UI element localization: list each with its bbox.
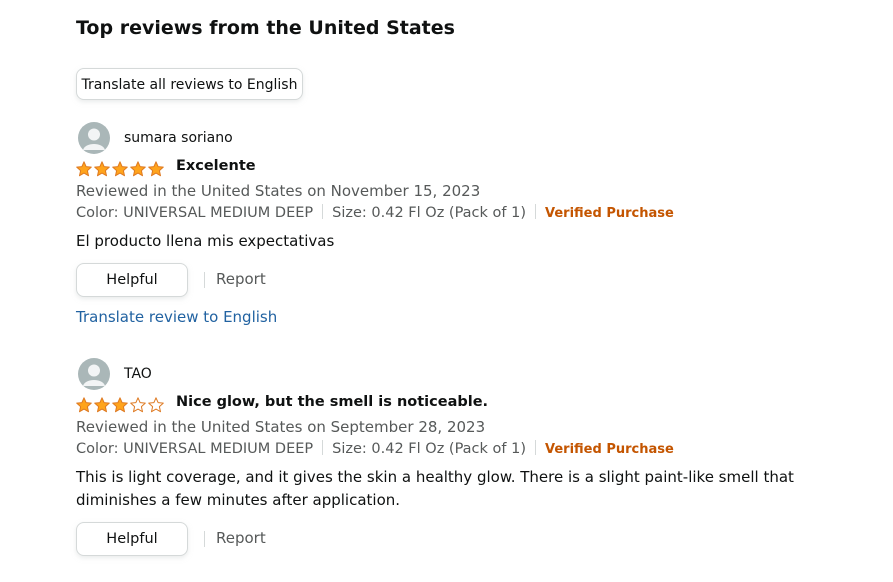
divider	[535, 440, 537, 455]
star-filled-icon	[94, 161, 110, 177]
avatar	[78, 358, 110, 390]
translate-review-link[interactable]: Translate review to English	[76, 308, 856, 326]
verified-purchase-badge[interactable]: Verified Purchase	[545, 206, 674, 221]
review-card: TAO Nice glow, but the smell is noticeab…	[76, 358, 856, 558]
avatar	[78, 122, 110, 154]
report-link[interactable]: Report	[216, 270, 266, 288]
variant-info: Color: UNIVERSAL MEDIUM DEEP Size: 0.42 F…	[76, 202, 856, 225]
star-filled-icon	[112, 397, 128, 413]
page-title: Top reviews from the United States	[76, 17, 455, 39]
review-body: El producto llena mis expectativas	[76, 232, 335, 250]
variant-size[interactable]: Size: 0.42 Fl Oz (Pack of 1)	[332, 205, 526, 221]
review-body: This is light coverage, and it gives the…	[76, 468, 794, 509]
reviewer-profile[interactable]: sumara soriano	[76, 122, 856, 156]
variant-color[interactable]: Color: UNIVERSAL MEDIUM DEEP	[76, 205, 313, 221]
review-actions: Helpful Report	[76, 522, 856, 558]
report-link[interactable]: Report	[216, 529, 266, 547]
star-filled-icon	[148, 161, 164, 177]
review-actions: Helpful Report	[76, 263, 856, 299]
helpful-button[interactable]: Helpful	[76, 263, 188, 297]
review-title[interactable]: Excelente	[176, 158, 256, 174]
reviewer-profile[interactable]: TAO	[76, 358, 856, 392]
divider	[322, 440, 324, 455]
translate-all-button[interactable]: Translate all reviews to English	[76, 68, 303, 100]
review-date: Reviewed in the United States on Novembe…	[76, 182, 481, 200]
divider	[322, 204, 324, 219]
divider	[204, 531, 205, 547]
user-silhouette-icon	[83, 364, 105, 386]
review-date: Reviewed in the United States on Septemb…	[76, 418, 486, 436]
user-silhouette-icon	[83, 128, 105, 150]
review-card: sumara soriano Excelente Reviewed in the…	[76, 122, 856, 326]
star-filled-icon	[76, 161, 92, 177]
star-outline-icon	[130, 397, 146, 413]
star-rating[interactable]	[76, 161, 166, 177]
variant-info: Color: UNIVERSAL MEDIUM DEEP Size: 0.42 F…	[76, 438, 856, 461]
variant-color[interactable]: Color: UNIVERSAL MEDIUM DEEP	[76, 441, 313, 457]
star-filled-icon	[112, 161, 128, 177]
star-rating-graphic	[76, 161, 164, 177]
variant-size[interactable]: Size: 0.42 Fl Oz (Pack of 1)	[332, 441, 526, 457]
star-rating[interactable]	[76, 397, 166, 413]
star-outline-icon	[148, 397, 164, 413]
helpful-button[interactable]: Helpful	[76, 522, 188, 556]
star-filled-icon	[76, 397, 92, 413]
reviewer-name[interactable]: TAO	[124, 366, 152, 382]
star-filled-icon	[130, 161, 146, 177]
review-title[interactable]: Nice glow, but the smell is noticeable.	[176, 394, 488, 410]
verified-purchase-badge[interactable]: Verified Purchase	[545, 442, 674, 457]
divider	[204, 272, 205, 288]
divider	[535, 204, 537, 219]
star-rating-graphic	[76, 397, 164, 413]
reviewer-name[interactable]: sumara soriano	[124, 130, 233, 146]
star-filled-icon	[94, 397, 110, 413]
